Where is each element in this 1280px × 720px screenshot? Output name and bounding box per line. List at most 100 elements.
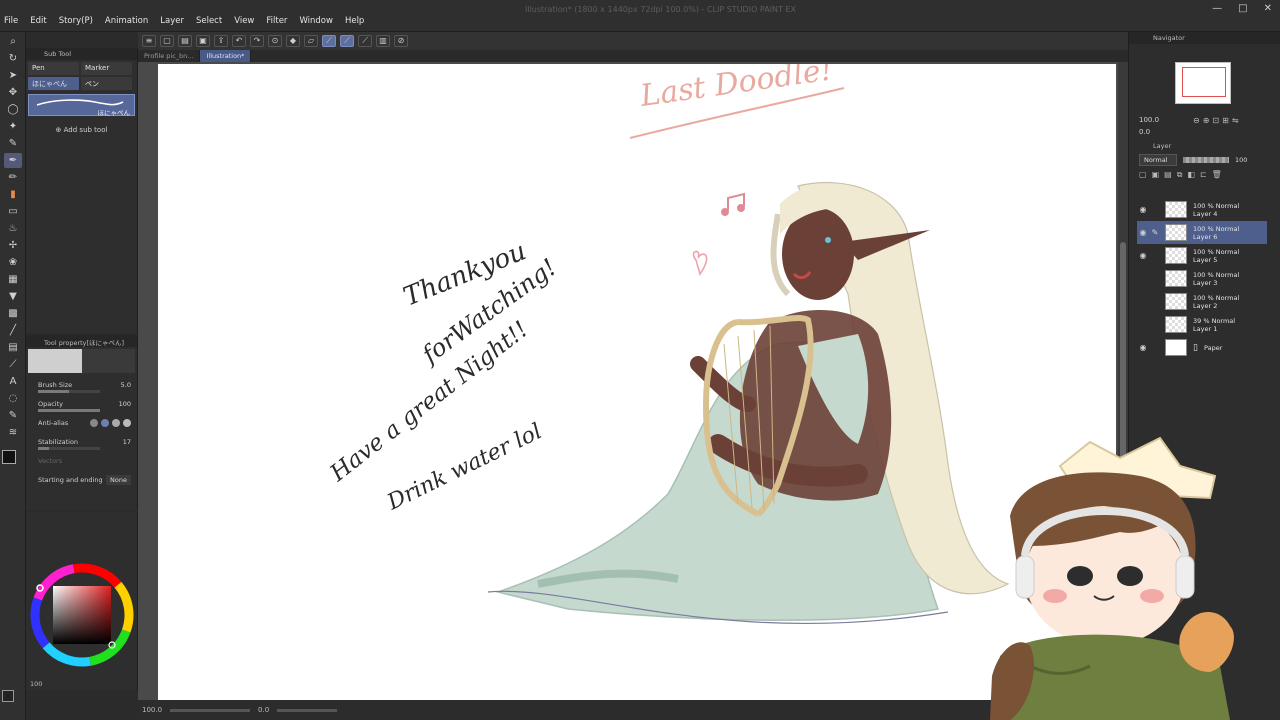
transparent-color-swatch[interactable] xyxy=(2,690,14,702)
airbrush-tool-icon[interactable]: ✢ xyxy=(4,238,22,253)
anti-alias-row[interactable]: Anti-alias xyxy=(26,413,137,432)
balloon-tool-icon[interactable]: ◌ xyxy=(4,391,22,406)
brush-tool-icon[interactable]: ▮ xyxy=(4,187,22,202)
snap-ruler-icon[interactable]: ▱ xyxy=(304,35,318,47)
menu-select[interactable]: Select xyxy=(196,16,222,26)
redo-icon[interactable]: ↷ xyxy=(250,35,264,47)
navigator-preview[interactable] xyxy=(1175,62,1231,104)
new-vector-layer-icon[interactable]: ▣ xyxy=(1152,170,1160,180)
zoom-out-icon[interactable]: ⊖ xyxy=(1193,116,1200,125)
starting-ending-row[interactable]: Starting and ending None xyxy=(26,470,137,489)
mask-icon[interactable]: ◧ xyxy=(1187,170,1195,180)
menu-view[interactable]: View xyxy=(234,16,254,26)
stabilization-slider[interactable] xyxy=(38,447,100,450)
layer-row[interactable]: 39 % Normal Layer 1 xyxy=(1137,313,1267,336)
anti-alias-options[interactable] xyxy=(90,418,131,427)
text-tool-icon[interactable]: A xyxy=(4,374,22,389)
eraser-tool-icon[interactable]: ▭ xyxy=(4,204,22,219)
menu-edit[interactable]: Edit xyxy=(30,16,46,26)
brush-size-value[interactable]: 5.0 xyxy=(121,381,131,389)
menu-icon[interactable]: ≡ xyxy=(142,35,156,47)
copy-layer-icon[interactable]: ⧉ xyxy=(1177,170,1183,180)
rotate-tool-icon[interactable]: ↻ xyxy=(4,51,22,66)
fill-icon[interactable]: ◆ xyxy=(286,35,300,47)
decoration-tool-icon[interactable]: ❀ xyxy=(4,255,22,270)
vectors-row[interactable]: Vectors xyxy=(26,451,137,470)
menu-animation[interactable]: Animation xyxy=(105,16,148,26)
layer-row-selected[interactable]: ◉ ✎ 100 % Normal Layer 6 xyxy=(1137,221,1267,244)
status-zoom[interactable]: 100.0 xyxy=(142,706,162,714)
wave-icon[interactable]: ≋ xyxy=(4,425,22,440)
menu-filter[interactable]: Filter xyxy=(266,16,287,26)
close-button[interactable]: ✕ xyxy=(1264,3,1272,14)
add-subtool-button[interactable]: ⊕ Add sub tool xyxy=(26,126,137,134)
opacity-slider[interactable] xyxy=(38,409,100,412)
open-icon[interactable]: ▤ xyxy=(178,35,192,47)
move-tool-icon[interactable]: ✥ xyxy=(4,85,22,100)
minimize-button[interactable]: — xyxy=(1212,3,1222,14)
navigator-rotation[interactable]: 0.0 xyxy=(1139,126,1159,138)
menu-layer[interactable]: Layer xyxy=(160,16,184,26)
brush-size-slider[interactable] xyxy=(38,390,100,393)
menu-story[interactable]: Story(P) xyxy=(59,16,93,26)
wand-tool-icon[interactable]: ✦ xyxy=(4,119,22,134)
layer-row[interactable]: 100 % Normal Layer 3 xyxy=(1137,267,1267,290)
stabilization-value[interactable]: 17 xyxy=(123,438,131,446)
new-folder-icon[interactable]: ▤ xyxy=(1164,170,1172,180)
deselect-icon[interactable]: ⊙ xyxy=(268,35,282,47)
artwork[interactable]: Last Doodle! Thankyou forWatching! Have … xyxy=(158,52,1116,700)
border-tool-icon[interactable]: ▦ xyxy=(4,272,22,287)
stabilization-row[interactable]: Stabilization 17 xyxy=(26,432,137,451)
layer-opacity-value[interactable]: 100 xyxy=(1235,156,1247,164)
undo-icon[interactable]: ↶ xyxy=(232,35,246,47)
subtool-group-pen2[interactable]: ペン xyxy=(81,77,132,90)
zoom-tool-icon[interactable]: ⌕ xyxy=(4,34,22,49)
correct-line-tool-icon[interactable]: ✎ xyxy=(4,408,22,423)
starting-ending-select[interactable]: None xyxy=(106,474,131,485)
menu-file[interactable]: File xyxy=(4,16,18,26)
export-icon[interactable]: ⇪ xyxy=(214,35,228,47)
blend-tool-icon[interactable]: ♨ xyxy=(4,221,22,236)
tab-illustration[interactable]: Illustration* xyxy=(200,50,252,62)
ruler-tool-icon[interactable]: ⟋ xyxy=(4,357,22,372)
opacity-value[interactable]: 100 xyxy=(119,400,131,408)
aa-strong-icon[interactable] xyxy=(123,418,131,427)
layer-opacity-slider[interactable] xyxy=(1183,157,1229,163)
eye-icon[interactable]: ◉ xyxy=(1137,228,1149,237)
settings-icon[interactable]: ⊘ xyxy=(394,35,408,47)
drawing-canvas[interactable]: Last Doodle! Thankyou forWatching! Have … xyxy=(158,52,1116,700)
subtool-group-marker[interactable]: Marker xyxy=(81,62,132,75)
lasso-tool-icon[interactable]: ◯ xyxy=(4,102,22,117)
tab-profile-pic[interactable]: Profile pic_bn... xyxy=(138,50,201,62)
pen-tool-icon[interactable]: ✒ xyxy=(4,153,22,168)
save-icon[interactable]: ▣ xyxy=(196,35,210,47)
snap-special-icon[interactable]: ⟋ xyxy=(322,35,336,47)
navigator-viewport[interactable] xyxy=(1182,67,1226,97)
fit-icon[interactable]: ⊡ xyxy=(1212,116,1219,125)
flip-icon[interactable]: ⇋ xyxy=(1232,116,1239,125)
clip-icon[interactable]: ⊏ xyxy=(1200,170,1207,180)
figure-tool-icon[interactable]: ╱ xyxy=(4,323,22,338)
main-color-swatch[interactable] xyxy=(2,450,16,464)
fill-tool-icon[interactable]: ▼ xyxy=(4,289,22,304)
angle-slider[interactable] xyxy=(277,708,338,712)
menu-window[interactable]: Window xyxy=(299,16,333,26)
color-wheel[interactable] xyxy=(26,512,138,690)
opacity-row[interactable]: Opacity 100 xyxy=(26,394,137,413)
brush-size-row[interactable]: Brush Size 5.0 xyxy=(26,375,137,394)
new-file-icon[interactable]: ▢ xyxy=(160,35,174,47)
menu-help[interactable]: Help xyxy=(345,16,364,26)
operation-tool-icon[interactable]: ➤ xyxy=(4,68,22,83)
layer-row-paper[interactable]: ◉ ▯ Paper xyxy=(1137,336,1267,359)
eyedropper-tool-icon[interactable]: ✎ xyxy=(4,136,22,151)
fit-window-icon[interactable]: ⊞ xyxy=(1222,116,1229,125)
subtool-group-custom[interactable]: ほにゃぺん xyxy=(28,77,79,90)
reference-icon[interactable]: ▥ xyxy=(376,35,390,47)
new-raster-layer-icon[interactable]: ▢ xyxy=(1139,170,1147,180)
eye-icon[interactable]: ◉ xyxy=(1137,343,1149,352)
aa-weak-icon[interactable] xyxy=(101,418,109,427)
snap-grid-icon[interactable]: ⟋ xyxy=(340,35,354,47)
ruler-icon[interactable]: ⟋ xyxy=(358,35,372,47)
maximize-button[interactable]: □ xyxy=(1238,3,1247,14)
delete-layer-icon[interactable]: 🗑 xyxy=(1212,170,1222,180)
